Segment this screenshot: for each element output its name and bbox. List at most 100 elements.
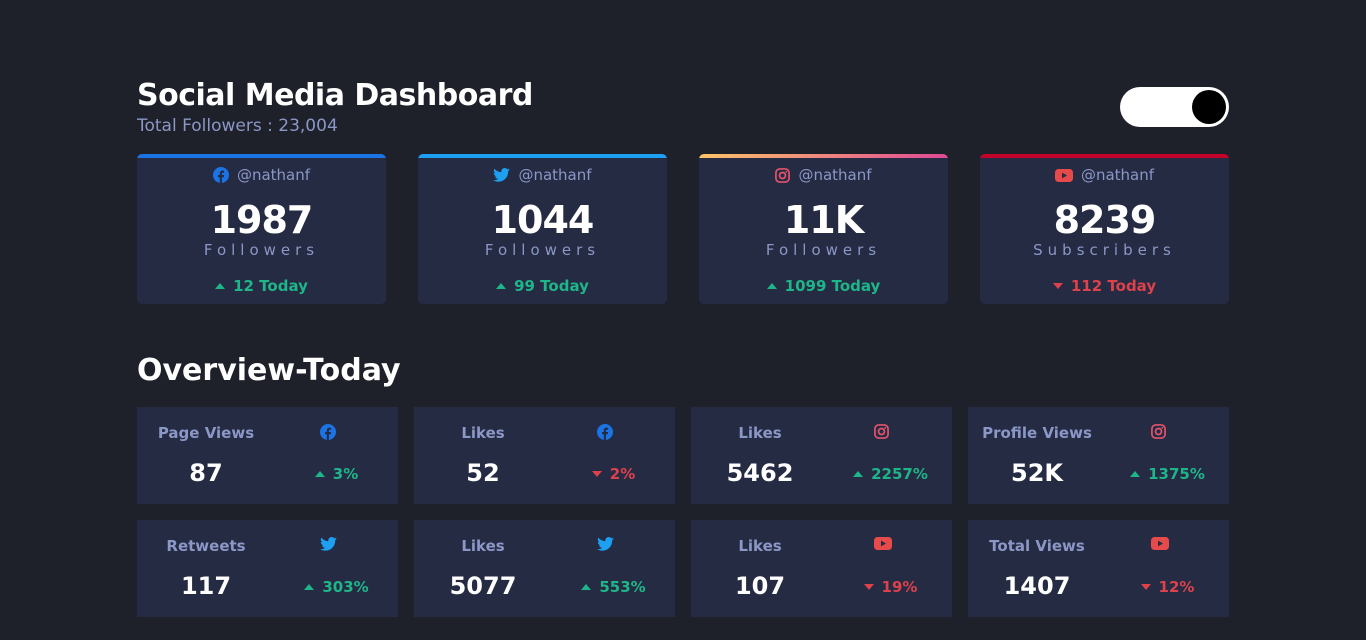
arrow-up-icon <box>215 283 226 289</box>
card-count: 1044 <box>491 198 595 242</box>
card-instagram[interactable]: @nathanf 11K Followers 1099 Today <box>699 154 948 304</box>
facebook-icon <box>597 424 613 440</box>
overview-tile-twitter-retweets[interactable]: Retweets 117 303% <box>137 520 398 617</box>
page-title: Social Media Dashboard <box>137 78 533 113</box>
tile-change: 3% <box>275 465 398 483</box>
tile-change-text: 1375% <box>1148 465 1205 483</box>
arrow-up-icon <box>304 584 315 590</box>
card-unit: Followers <box>203 241 320 259</box>
tile-label: Retweets <box>166 537 246 555</box>
instagram-icon <box>874 424 890 440</box>
arrow-up-icon <box>314 471 325 477</box>
tile-value: 107 <box>734 572 786 600</box>
tile-change: 2257% <box>829 465 952 483</box>
tile-value: 5077 <box>449 572 517 600</box>
youtube-icon <box>1151 537 1169 553</box>
card-handle: @nathanf <box>980 166 1229 184</box>
tile-value: 87 <box>189 459 223 487</box>
tile-change: 19% <box>829 578 952 596</box>
overview-tile-youtube-total-views[interactable]: Total Views 1407 12% <box>968 520 1229 617</box>
tile-change: 2% <box>552 465 675 483</box>
toggle-knob[interactable] <box>1192 90 1226 124</box>
facebook-icon <box>212 167 229 183</box>
twitter-icon <box>493 168 511 182</box>
card-unit: Followers <box>765 241 882 259</box>
tile-change: 303% <box>275 578 398 596</box>
twitter-icon <box>597 537 614 553</box>
tile-change-text: 553% <box>599 578 646 596</box>
card-handle: @nathanf <box>699 166 948 184</box>
arrow-up-icon <box>853 471 864 477</box>
tile-change-text: 2257% <box>871 465 928 483</box>
facebook-icon <box>320 424 336 440</box>
card-change-text: 12 Today <box>233 277 308 295</box>
card-accent-bar <box>418 154 667 158</box>
card-twitter[interactable]: @nathanf 1044 Followers 99 Today <box>418 154 667 304</box>
theme-toggle[interactable] <box>1120 87 1229 127</box>
overview-tile-youtube-likes[interactable]: Likes 107 19% <box>691 520 952 617</box>
total-followers: Total Followers : 23,004 <box>137 116 338 136</box>
card-facebook[interactable]: @nathanf 1987 Followers 12 Today <box>137 154 386 304</box>
arrow-down-icon <box>1052 283 1063 289</box>
tile-value: 52 <box>466 459 500 487</box>
card-youtube[interactable]: @nathanf 8239 Subscribers 112 Today <box>980 154 1229 304</box>
arrow-up-icon <box>1130 471 1141 477</box>
tile-change: 12% <box>1106 578 1229 596</box>
card-count: 11K <box>783 198 864 242</box>
card-change-text: 99 Today <box>514 277 589 295</box>
instagram-icon <box>775 167 791 183</box>
overview-tile-facebook-page-views[interactable]: Page Views 87 3% <box>137 407 398 504</box>
card-accent-bar <box>980 154 1229 158</box>
card-handle-text: @nathanf <box>236 166 311 184</box>
overview-tile-instagram-profile-views[interactable]: Profile Views 52K 1375% <box>968 407 1229 504</box>
follower-cards: @nathanf 1987 Followers 12 Today @nathan… <box>137 154 1229 304</box>
tile-change: 553% <box>552 578 675 596</box>
tile-label: Total Views <box>989 537 1085 555</box>
tile-value: 5462 <box>726 459 794 487</box>
tile-value: 52K <box>1011 459 1063 487</box>
arrow-up-icon <box>496 283 507 289</box>
tile-change-text: 2% <box>609 465 636 483</box>
tile-label: Likes <box>461 424 505 442</box>
arrow-down-icon <box>1140 584 1151 590</box>
card-change: 1099 Today <box>699 277 948 295</box>
tile-value: 1407 <box>1003 572 1071 600</box>
card-unit: Subscribers <box>1033 241 1176 259</box>
arrow-up-icon <box>581 584 592 590</box>
overview-tile-instagram-likes[interactable]: Likes 5462 2257% <box>691 407 952 504</box>
youtube-icon <box>1054 168 1073 182</box>
overview-tile-facebook-likes[interactable]: Likes 52 2% <box>414 407 675 504</box>
instagram-icon <box>1151 424 1167 440</box>
card-count: 1987 <box>210 198 314 242</box>
youtube-icon <box>874 537 892 553</box>
card-change-text: 1099 Today <box>784 277 881 295</box>
overview-title: Overview-Today <box>137 353 401 388</box>
card-change: 112 Today <box>980 277 1229 295</box>
card-accent-bar <box>699 154 948 158</box>
arrow-up-icon <box>766 283 777 289</box>
card-accent-bar <box>137 154 386 158</box>
tile-label: Likes <box>738 537 782 555</box>
tile-change-text: 19% <box>881 578 918 596</box>
card-handle: @nathanf <box>137 166 386 184</box>
card-handle-text: @nathanf <box>1080 166 1155 184</box>
card-handle: @nathanf <box>418 166 667 184</box>
tile-change-text: 303% <box>322 578 369 596</box>
card-change-text: 112 Today <box>1070 277 1157 295</box>
card-count: 8239 <box>1053 198 1157 242</box>
card-change: 99 Today <box>418 277 667 295</box>
tile-change: 1375% <box>1106 465 1229 483</box>
tile-label: Profile Views <box>982 424 1092 442</box>
card-unit: Followers <box>484 241 601 259</box>
tile-label: Likes <box>461 537 505 555</box>
tile-change-text: 12% <box>1158 578 1195 596</box>
tile-label: Likes <box>738 424 782 442</box>
card-handle-text: @nathanf <box>798 166 872 184</box>
card-handle-text: @nathanf <box>518 166 592 184</box>
overview-tile-twitter-likes[interactable]: Likes 5077 553% <box>414 520 675 617</box>
arrow-down-icon <box>863 584 874 590</box>
tile-value: 117 <box>180 572 232 600</box>
arrow-down-icon <box>591 471 602 477</box>
tile-label: Page Views <box>157 424 255 442</box>
card-change: 12 Today <box>137 277 386 295</box>
